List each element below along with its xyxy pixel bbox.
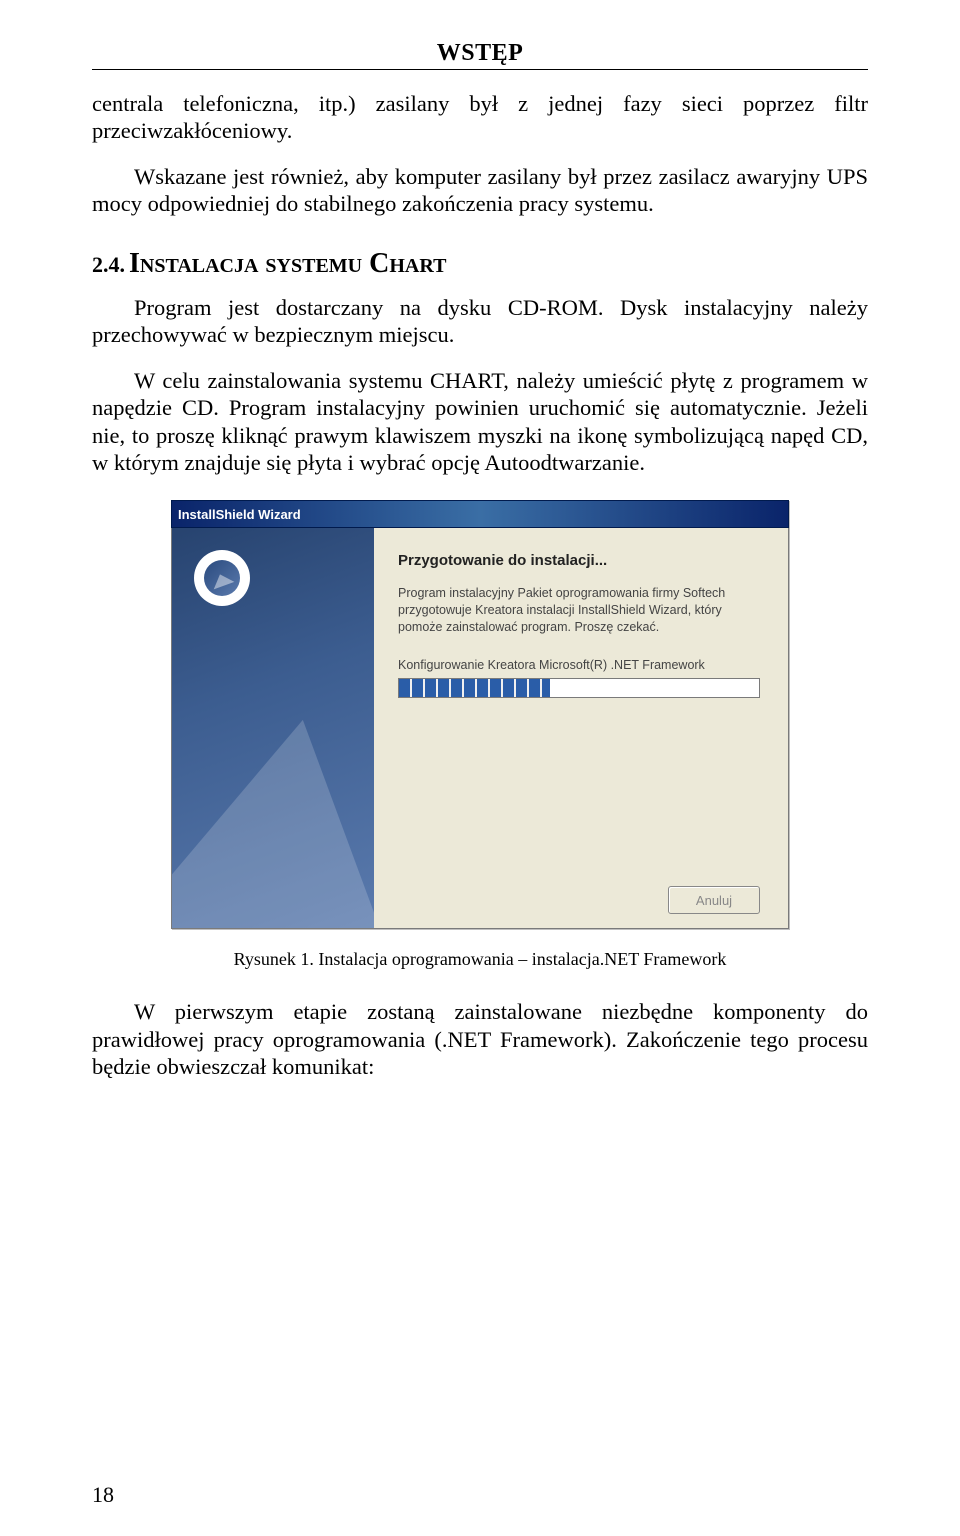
- dialog-sidebar-graphic: [172, 528, 374, 928]
- cancel-button[interactable]: Anuluj: [668, 886, 760, 914]
- paragraph-5-text: W pierwszym etapie zostaną zainstalowane…: [92, 999, 868, 1079]
- page-number: 18: [92, 1482, 114, 1508]
- figure-installer: InstallShield Wizard Przygotowanie do in…: [92, 500, 868, 929]
- dialog-status: Konfigurowanie Kreatora Microsoft(R) .NE…: [398, 658, 760, 672]
- paragraph-4: W celu zainstalowania systemu CHART, nal…: [92, 367, 868, 477]
- dialog-heading: Przygotowanie do instalacji...: [398, 552, 760, 569]
- page-header: WSTĘP: [92, 40, 868, 67]
- paragraph-5: W pierwszym etapie zostaną zainstalowane…: [92, 998, 868, 1080]
- installshield-icon: [194, 550, 250, 606]
- paragraph-4-text: W celu zainstalowania systemu CHART, nal…: [92, 368, 868, 475]
- dialog-description: Program instalacyjny Pakiet oprogramowan…: [398, 585, 760, 636]
- dialog-title: InstallShield Wizard: [178, 507, 301, 522]
- cancel-button-label: Anuluj: [696, 893, 732, 908]
- figure-caption: Rysunek 1. Instalacja oprogramowania – i…: [92, 949, 868, 970]
- installer-dialog: InstallShield Wizard Przygotowanie do in…: [171, 500, 789, 929]
- dialog-titlebar[interactable]: InstallShield Wizard: [171, 500, 789, 528]
- paragraph-1-text: centrala telefoniczna, itp.) zasilany by…: [92, 91, 868, 143]
- section-title: Instalacja systemu Chart: [129, 248, 446, 279]
- progress-bar: [398, 678, 760, 698]
- paragraph-1: centrala telefoniczna, itp.) zasilany by…: [92, 90, 868, 145]
- paragraph-3-text: Program jest dostarczany na dysku CD-ROM…: [92, 295, 868, 347]
- dialog-content: Przygotowanie do instalacji... Program i…: [374, 528, 788, 928]
- section-number: 2.4.: [92, 252, 125, 277]
- paragraph-3: Program jest dostarczany na dysku CD-ROM…: [92, 294, 868, 349]
- section-heading: 2.4. Instalacja systemu Chart: [92, 248, 868, 280]
- dialog-body: Przygotowanie do instalacji... Program i…: [171, 528, 789, 929]
- dialog-button-row: Anuluj: [398, 876, 760, 914]
- progress-fill: [399, 679, 550, 697]
- paragraph-2: Wskazane jest również, aby komputer zasi…: [92, 163, 868, 218]
- header-rule: [92, 69, 868, 70]
- paragraph-2-text: Wskazane jest również, aby komputer zasi…: [92, 164, 868, 216]
